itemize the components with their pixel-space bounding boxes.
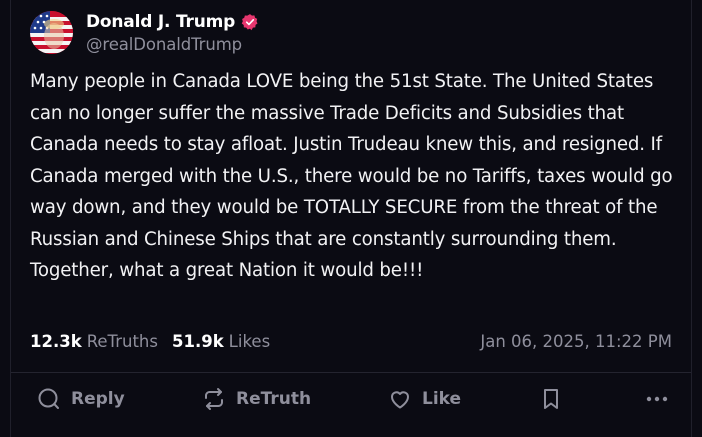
retruth-label: ReTruth (236, 389, 312, 409)
retruth-button[interactable]: ReTruth (202, 387, 311, 411)
author-names: Donald J. Trump @realDonaldTrump (86, 11, 259, 54)
retruths-label: ReTruths (86, 331, 158, 351)
likes-label: Likes (228, 331, 271, 351)
action-bar: Reply ReTruth Like (11, 373, 691, 437)
more-icon (646, 396, 668, 402)
post-timestamp[interactable]: Jan 06, 2025, 11:22 PM (480, 332, 672, 351)
post-meta: 12.3k ReTruths 51.9k Likes Jan 06, 2025,… (30, 329, 672, 353)
likes-count: 51.9k (171, 331, 224, 351)
likes-stat[interactable]: 51.9k Likes (172, 332, 270, 351)
bookmark-icon (544, 389, 558, 409)
author-display-name[interactable]: Donald J. Trump (86, 12, 235, 32)
post-card: Donald J. Trump @realDonaldTrump Many pe… (10, 0, 692, 437)
more-options-button[interactable] (645, 387, 669, 411)
verified-badge-icon (241, 13, 258, 30)
like-label: Like (422, 389, 462, 409)
retruths-count: 12.3k (30, 331, 82, 351)
like-button[interactable]: Like (388, 387, 461, 411)
reply-label: Reply (71, 389, 125, 409)
avatar[interactable] (30, 10, 73, 54)
post-body-text: Many people in Canada LOVE being the 51s… (30, 71, 673, 281)
retruths-stat[interactable]: 12.3k ReTruths (30, 332, 158, 351)
reply-icon (38, 388, 59, 409)
post-header: Donald J. Trump @realDonaldTrump (30, 10, 259, 54)
author-handle[interactable]: @realDonaldTrump (86, 35, 259, 54)
reply-button[interactable]: Reply (37, 387, 125, 411)
name-row: Donald J. Trump (86, 11, 259, 33)
bookmark-button[interactable] (540, 387, 562, 411)
heart-icon (390, 391, 410, 409)
retruth-icon (205, 388, 223, 410)
